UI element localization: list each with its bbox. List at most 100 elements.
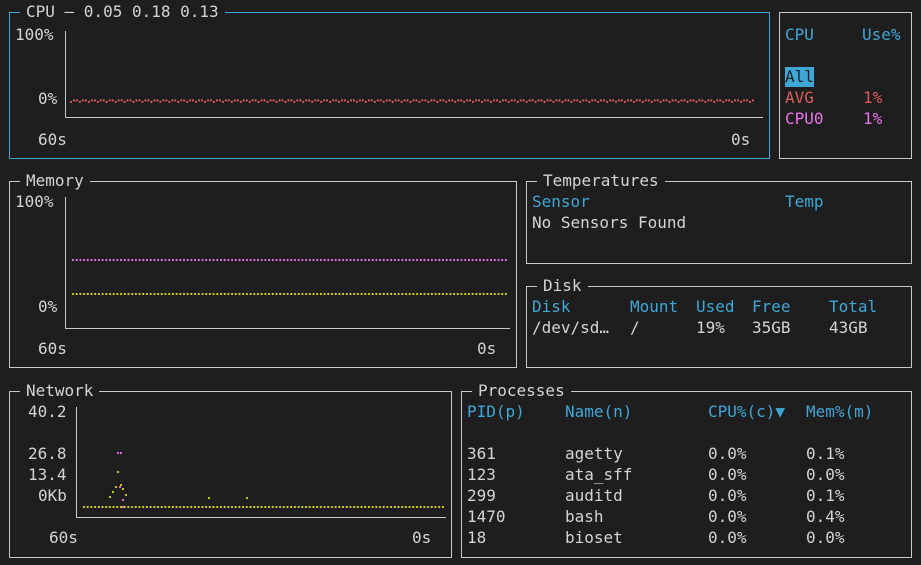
cpu-row-all[interactable]: All bbox=[785, 67, 814, 87]
cpu-row-cpu0[interactable]: CPU0 bbox=[785, 109, 824, 129]
memory-series-point bbox=[345, 292, 348, 296]
memory-series-point bbox=[271, 258, 274, 262]
cpu-col-header[interactable]: CPU bbox=[785, 25, 814, 45]
cpu-usage-point bbox=[299, 99, 302, 102]
cpu-usage-point bbox=[608, 99, 612, 102]
disk-panel[interactable]: Disk Disk Mount Used Free Total /dev/sd…… bbox=[526, 276, 912, 368]
proc-col-cpu[interactable]: CPU%(c)▼ bbox=[708, 402, 785, 422]
memory-x-start: 60s bbox=[38, 339, 67, 358]
proc-row-4-pid[interactable]: 1470 bbox=[467, 507, 506, 527]
network-rx-point bbox=[138, 505, 141, 509]
memory-series-point bbox=[301, 292, 304, 296]
proc-row-2-name[interactable]: ata_sff bbox=[565, 465, 632, 485]
memory-series-point bbox=[297, 292, 300, 296]
network-rx-point bbox=[193, 505, 197, 509]
network-panel[interactable]: Network 40.2 26.8 13.4 0Kb 60s 0s bbox=[9, 381, 452, 558]
network-rx-point bbox=[94, 505, 97, 509]
processes-panel[interactable]: Processes PID(p) Name(n) CPU%(c)▼ Mem%(m… bbox=[461, 381, 912, 558]
cpu-usage-point bbox=[87, 100, 90, 103]
memory-panel[interactable]: Memory 100% 0% 60s 0s bbox=[9, 171, 517, 368]
memory-series-point bbox=[364, 292, 367, 296]
temp-col-header[interactable]: Temp bbox=[785, 192, 824, 212]
memory-series-point bbox=[112, 258, 115, 262]
network-rx-point bbox=[304, 505, 308, 509]
network-rx-point bbox=[378, 505, 382, 509]
disk-row-device[interactable]: /dev/sd… bbox=[532, 318, 609, 338]
memory-series-point bbox=[186, 292, 189, 296]
cpu-x-start: 60s bbox=[38, 130, 67, 149]
cpu-usage-point bbox=[141, 100, 144, 103]
cpu-usage-point bbox=[81, 99, 85, 102]
disk-col-mount[interactable]: Mount bbox=[630, 297, 678, 317]
cpu-usage-point bbox=[546, 99, 549, 102]
disk-col-disk[interactable]: Disk bbox=[532, 297, 571, 317]
memory-series-point bbox=[145, 292, 149, 296]
proc-col-mem[interactable]: Mem%(m) bbox=[806, 402, 873, 422]
proc-row-1-name[interactable]: agetty bbox=[565, 444, 623, 464]
temperatures-panel[interactable]: Temperatures Sensor Temp No Sensors Foun… bbox=[526, 171, 912, 264]
memory-series-point bbox=[475, 292, 478, 296]
proc-row-3-pid[interactable]: 299 bbox=[467, 486, 496, 506]
cpu-usage-point bbox=[471, 100, 475, 103]
cpu-usage-point bbox=[573, 99, 576, 102]
proc-row-4-name[interactable]: bash bbox=[565, 507, 604, 527]
proc-row-5-name[interactable]: bioset bbox=[565, 528, 623, 548]
proc-row-1-pid[interactable]: 361 bbox=[467, 444, 496, 464]
memory-series-point bbox=[268, 258, 271, 262]
memory-series-point bbox=[160, 292, 163, 296]
memory-series-point bbox=[260, 258, 263, 262]
memory-series-point bbox=[75, 292, 78, 296]
cpu-usage-point bbox=[564, 99, 567, 102]
memory-series-point bbox=[367, 292, 371, 296]
use-col-header[interactable]: Use% bbox=[862, 25, 901, 45]
memory-series-point bbox=[493, 292, 496, 296]
network-rx-point bbox=[393, 505, 396, 509]
sensor-col-header[interactable]: Sensor bbox=[532, 192, 590, 212]
memory-series-point bbox=[197, 258, 200, 262]
cpu-usage-point bbox=[194, 100, 198, 103]
memory-series-point bbox=[441, 258, 445, 262]
memory-series-point bbox=[90, 258, 93, 262]
cpu-usage-point bbox=[707, 99, 710, 102]
memory-series-point bbox=[486, 292, 489, 296]
cpu-row-avg[interactable]: AVG bbox=[785, 88, 814, 108]
proc-col-name[interactable]: Name(n) bbox=[565, 402, 632, 422]
network-rx-point bbox=[282, 505, 285, 509]
cpu-usage-point bbox=[180, 99, 183, 102]
memory-series-point bbox=[223, 292, 226, 296]
cpu-usage-point bbox=[260, 99, 263, 102]
memory-series-point bbox=[401, 292, 404, 296]
cpu-usage-point bbox=[296, 99, 299, 102]
cpu-y-min: 0% bbox=[38, 89, 58, 108]
cpu-usage-point bbox=[507, 100, 510, 103]
memory-series-point bbox=[356, 258, 359, 262]
proc-col-pid[interactable]: PID(p) bbox=[467, 402, 525, 422]
cpu-table-panel[interactable]: CPU Use% All AVG 1% CPU0 1% bbox=[779, 12, 912, 159]
network-rx-point bbox=[208, 505, 211, 509]
disk-col-total[interactable]: Total bbox=[829, 297, 877, 317]
memory-graph bbox=[71, 258, 507, 296]
cpu-usage-point bbox=[692, 99, 695, 102]
proc-row-2-pid[interactable]: 123 bbox=[467, 465, 496, 485]
network-rx-point bbox=[308, 505, 311, 509]
cpu-panel[interactable]: CPU — 0.05 0.18 0.13 100% 0% 60s 0s bbox=[9, 2, 770, 159]
memory-series-point bbox=[175, 292, 178, 296]
memory-series-point bbox=[164, 258, 167, 262]
network-rx-point bbox=[338, 505, 341, 509]
disk-col-free[interactable]: Free bbox=[752, 297, 791, 317]
proc-row-5-pid[interactable]: 18 bbox=[467, 528, 486, 548]
network-rx-point bbox=[312, 505, 315, 509]
network-rx-point bbox=[245, 505, 248, 509]
memory-series-point bbox=[445, 258, 448, 262]
memory-y-max: 100% bbox=[15, 192, 54, 211]
cpu-usage-point bbox=[105, 100, 108, 103]
cpu-usage-point bbox=[314, 99, 317, 102]
network-rx-point bbox=[271, 505, 274, 509]
proc-row-3-name[interactable]: auditd bbox=[565, 486, 623, 506]
memory-series-point bbox=[397, 258, 400, 262]
cpu-usage-point bbox=[212, 100, 216, 103]
cpu-usage-point bbox=[748, 100, 752, 103]
disk-col-used[interactable]: Used bbox=[696, 297, 735, 317]
cpu-usage-point bbox=[203, 100, 207, 103]
cpu-usage-point bbox=[418, 100, 421, 103]
